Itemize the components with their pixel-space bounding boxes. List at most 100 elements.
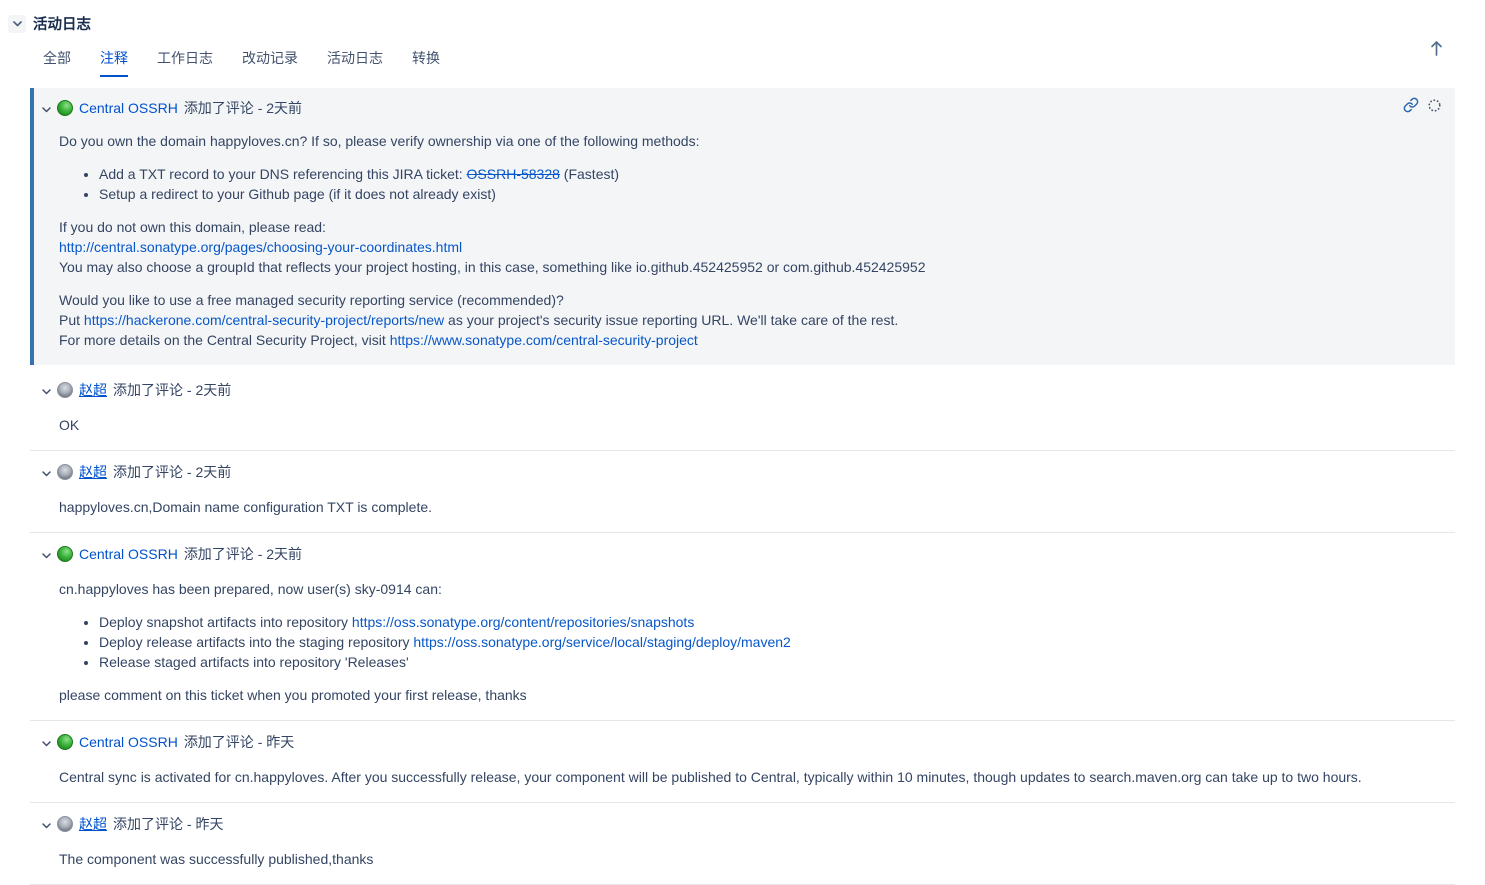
link[interactable]: https://oss.sonatype.org/service/local/s… xyxy=(413,634,790,650)
comment-header: Central OSSRH 添加了评论 - 2天前 xyxy=(42,100,1439,116)
list-item: Deploy release artifacts into the stagin… xyxy=(99,632,1455,652)
chevron-down-icon xyxy=(12,20,22,27)
text: Add a TXT record to your DNS referencing… xyxy=(99,166,467,182)
section-title: 活动日志 xyxy=(33,17,91,33)
comment-collapse-chevron[interactable] xyxy=(42,816,51,832)
chevron-down-icon xyxy=(42,100,51,116)
dots-circle-icon[interactable] xyxy=(1427,98,1442,113)
comment-meta: 添加了评论 - 2天前 xyxy=(183,100,303,116)
text: happyloves.cn,Domain name configuration … xyxy=(59,499,433,515)
comment-body: Do you own the domain happyloves.cn? If … xyxy=(59,131,1439,350)
section-collapse-button[interactable] xyxy=(8,14,26,33)
user-avatar xyxy=(57,816,73,832)
list-item: Add a TXT record to your DNS referencing… xyxy=(99,164,1439,184)
text: Deploy release artifacts into the stagin… xyxy=(99,634,414,650)
chevron-down-icon xyxy=(42,464,51,480)
link[interactable]: https://oss.sonatype.org/content/reposit… xyxy=(352,614,694,630)
scroll-to-top-button[interactable] xyxy=(1430,40,1443,59)
comment-paragraph: please comment on this ticket when you p… xyxy=(59,685,1455,705)
comment-collapse-chevron[interactable] xyxy=(42,734,51,750)
comment-block-highlighted: Central OSSRH 添加了评论 - 2天前 Do you own the d… xyxy=(30,88,1455,365)
comment-meta: 添加了评论 - 2天前 xyxy=(113,382,232,398)
comment-collapse-chevron[interactable] xyxy=(42,100,51,116)
comment-list: Central OSSRH 添加了评论 - 2天前 Do you own the d… xyxy=(30,88,1455,885)
text: Deploy snapshot artifacts into repositor… xyxy=(99,614,352,630)
text: Setup a redirect to your Github page (if… xyxy=(99,186,496,202)
comment-paragraph: happyloves.cn,Domain name configuration … xyxy=(59,497,1455,517)
text: (Fastest) xyxy=(559,166,620,182)
comment-body: happyloves.cn,Domain name configuration … xyxy=(59,497,1455,517)
comment-body: Central sync is activated for cn.happylo… xyxy=(59,767,1455,787)
text: OK xyxy=(59,417,80,433)
comment-header: 赵超 添加了评论 - 昨天 xyxy=(30,816,1455,832)
comment-meta: 添加了评论 - 2天前 xyxy=(183,546,303,562)
comment-block: 赵超 添加了评论 - 2天前 OK xyxy=(30,369,1455,435)
comment-author-link[interactable]: 赵超 xyxy=(79,464,107,480)
comment-block: Central OSSRH 添加了评论 - 2天前 cn.happyloves ha… xyxy=(30,533,1455,705)
comment-collapse-chevron[interactable] xyxy=(42,546,51,562)
comment-meta: 添加了评论 - 昨天 xyxy=(183,734,295,750)
comment-bullet-list: Add a TXT record to your DNS referencing… xyxy=(59,164,1439,204)
comment-paragraph: Do you own the domain happyloves.cn? If … xyxy=(59,131,1439,151)
tab-history[interactable]: 改动记录 xyxy=(242,48,298,77)
activity-tabs: 全部 注释 工作日志 改动记录 活动日志 转换 xyxy=(43,48,1485,77)
comment-author-link[interactable]: 赵超 xyxy=(79,382,107,398)
activity-log-section: 活动日志 全部 注释 工作日志 改动记录 活动日志 转换 Central OSSRH 添加了… xyxy=(0,0,1485,885)
link[interactable]: http://central.sonatype.org/pages/choosi… xyxy=(59,239,462,255)
text: as your project's security issue reporti… xyxy=(444,312,899,328)
comment-body: The component was successfully published… xyxy=(59,849,1455,869)
tab-comments[interactable]: 注释 xyxy=(100,48,128,77)
comment-header: 赵超 添加了评论 - 2天前 xyxy=(30,464,1455,480)
comment-collapse-chevron[interactable] xyxy=(42,382,51,398)
comment-paragraph: cn.happyloves has been prepared, now use… xyxy=(59,579,1455,599)
bot-avatar xyxy=(57,100,73,116)
comment-collapse-chevron[interactable] xyxy=(42,464,51,480)
user-avatar xyxy=(57,464,73,480)
comment-paragraph: Would you like to use a free managed sec… xyxy=(59,290,1439,350)
comment-header: 赵超 添加了评论 - 2天前 xyxy=(30,382,1455,398)
text: Release staged artifacts into repository… xyxy=(99,654,409,670)
comment-paragraph: If you do not own this domain, please re… xyxy=(59,217,1439,277)
list-item: Setup a redirect to your Github page (if… xyxy=(99,184,1439,204)
arrow-up-icon xyxy=(1430,41,1443,59)
comment-paragraph: Central sync is activated for cn.happylo… xyxy=(59,767,1455,787)
tab-worklog[interactable]: 工作日志 xyxy=(157,48,213,77)
comment-author-link[interactable]: Central OSSRH xyxy=(79,734,178,750)
tab-transitions[interactable]: 转换 xyxy=(412,48,440,77)
comment-header: Central OSSRH 添加了评论 - 昨天 xyxy=(30,734,1455,750)
comment-meta: 添加了评论 - 昨天 xyxy=(113,816,224,832)
link[interactable]: https://www.sonatype.com/central-securit… xyxy=(390,332,698,348)
comment-toolbar xyxy=(1403,97,1442,113)
tab-activity[interactable]: 活动日志 xyxy=(327,48,383,77)
text: Put xyxy=(59,312,84,328)
text: You may also choose a groupId that refle… xyxy=(59,259,926,275)
tab-all[interactable]: 全部 xyxy=(43,48,71,77)
user-avatar xyxy=(57,382,73,398)
comment-author-link[interactable]: 赵超 xyxy=(79,816,107,832)
link[interactable]: https://hackerone.com/central-security-p… xyxy=(84,312,444,328)
text: Do you own the domain happyloves.cn? If … xyxy=(59,133,700,149)
comment-block: Central OSSRH 添加了评论 - 昨天 Central sync is a… xyxy=(30,721,1455,787)
chevron-down-icon xyxy=(42,816,51,832)
comment-body: cn.happyloves has been prepared, now use… xyxy=(59,579,1455,705)
bot-avatar xyxy=(57,734,73,750)
comment-block: 赵超 添加了评论 - 昨天 The component was successful… xyxy=(30,803,1455,869)
text: please comment on this ticket when you p… xyxy=(59,687,527,703)
comment-header: Central OSSRH 添加了评论 - 2天前 xyxy=(30,546,1455,562)
comment-body: OK xyxy=(59,415,1455,435)
comment-author-link[interactable]: Central OSSRH xyxy=(79,100,178,116)
link[interactable]: OSSRH-58328 xyxy=(467,166,560,182)
chevron-down-icon xyxy=(42,382,51,398)
comment-paragraph: OK xyxy=(59,415,1455,435)
comment-block: 赵超 添加了评论 - 2天前 happyloves.cn,Domain name c… xyxy=(30,451,1455,517)
link-icon[interactable] xyxy=(1403,97,1419,113)
text: Would you like to use a free managed sec… xyxy=(59,292,564,308)
list-item: Deploy snapshot artifacts into repositor… xyxy=(99,612,1455,632)
chevron-down-icon xyxy=(42,734,51,750)
text: The component was successfully published… xyxy=(59,851,374,867)
text: If you do not own this domain, please re… xyxy=(59,219,326,235)
comment-bullet-list: Deploy snapshot artifacts into repositor… xyxy=(59,612,1455,672)
comment-author-link[interactable]: Central OSSRH xyxy=(79,546,178,562)
comment-meta: 添加了评论 - 2天前 xyxy=(113,464,232,480)
text: cn.happyloves has been prepared, now use… xyxy=(59,581,442,597)
